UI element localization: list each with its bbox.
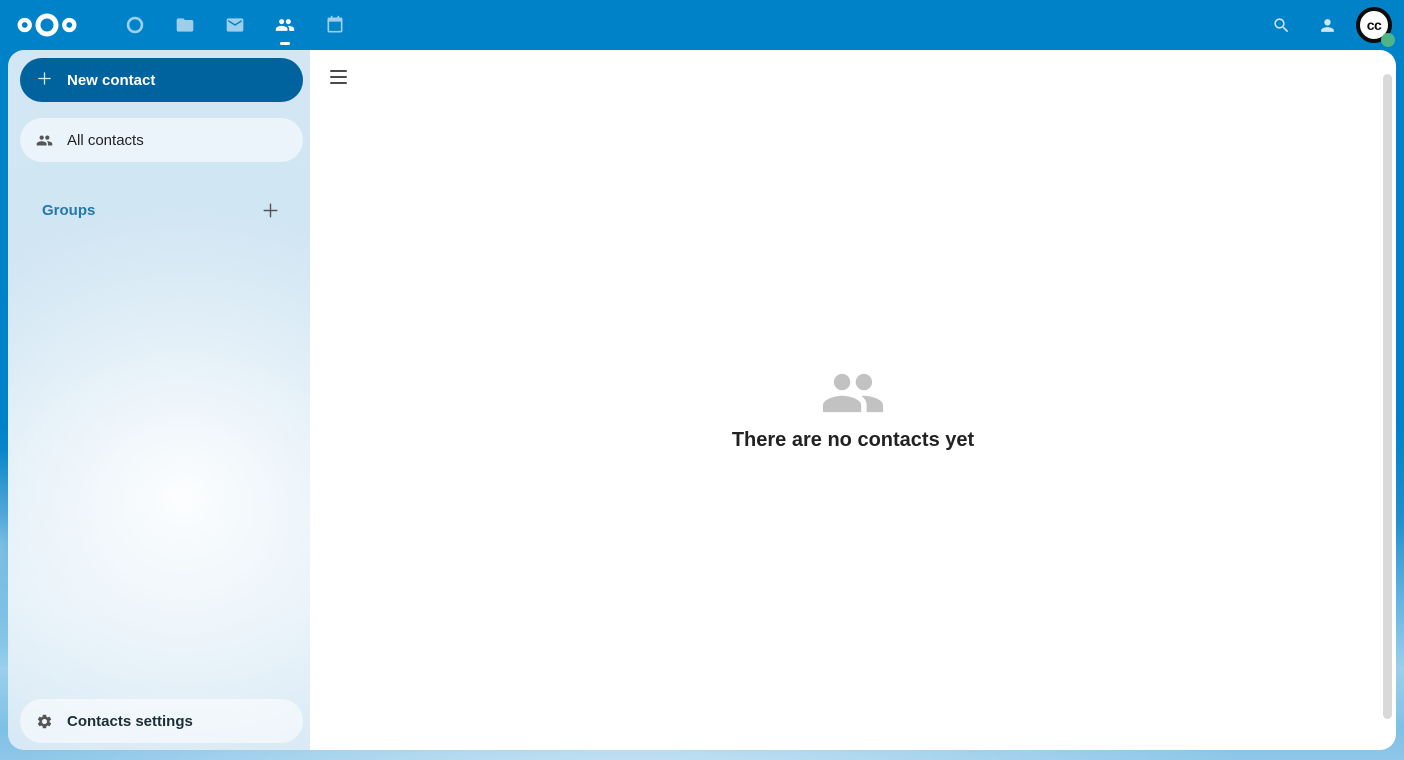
scrollbar[interactable]: [1383, 74, 1392, 719]
user-menu[interactable]: cc: [1356, 7, 1392, 43]
calendar-icon: [325, 15, 345, 35]
contacts-sidebar: New contact All contacts Groups Contacts…: [8, 50, 310, 750]
app-mail[interactable]: [210, 0, 260, 50]
gear-icon: [36, 713, 53, 730]
online-status-dot: [1381, 33, 1395, 47]
app-content-frame: New contact All contacts Groups Contacts…: [8, 50, 1396, 750]
new-contact-label: New contact: [67, 72, 155, 89]
empty-state-title: There are no contacts yet: [732, 429, 974, 452]
group-icon: [823, 371, 883, 415]
search-icon: [1272, 16, 1291, 35]
nextcloud-logo[interactable]: [0, 0, 94, 50]
app-navigation: [110, 0, 360, 50]
add-group-button[interactable]: [250, 190, 290, 230]
contacts-settings-label: Contacts settings: [67, 713, 193, 730]
header-right: cc: [1258, 0, 1404, 50]
sidebar-item-all-contacts[interactable]: All contacts: [20, 118, 303, 162]
search-button[interactable]: [1258, 0, 1304, 50]
contacts-settings-button[interactable]: Contacts settings: [20, 699, 303, 743]
all-contacts-label: All contacts: [67, 132, 144, 149]
hamburger-icon: [330, 70, 347, 72]
app-contacts[interactable]: [260, 0, 310, 50]
groups-section-header: Groups: [20, 188, 298, 232]
top-bar: cc: [0, 0, 1404, 50]
group-icon: [36, 132, 53, 149]
active-app-indicator: [280, 42, 290, 45]
plus-icon: [261, 201, 280, 220]
empty-state: There are no contacts yet: [310, 50, 1396, 750]
app-files[interactable]: [160, 0, 210, 50]
app-dashboard[interactable]: [110, 0, 160, 50]
contacts-menu-button[interactable]: [1304, 0, 1350, 50]
nextcloud-logo-icon: [16, 13, 78, 37]
app-calendar[interactable]: [310, 0, 360, 50]
mail-icon: [225, 15, 245, 35]
groups-label: Groups: [42, 202, 95, 219]
plus-icon: [36, 70, 53, 91]
dashboard-icon: [125, 15, 145, 35]
contacts-icon: [275, 15, 295, 35]
toggle-sidebar-button[interactable]: [320, 59, 356, 95]
person-icon: [1318, 16, 1337, 35]
new-contact-button[interactable]: New contact: [20, 58, 303, 102]
files-icon: [175, 15, 195, 35]
contacts-main-area: There are no contacts yet: [310, 50, 1396, 750]
